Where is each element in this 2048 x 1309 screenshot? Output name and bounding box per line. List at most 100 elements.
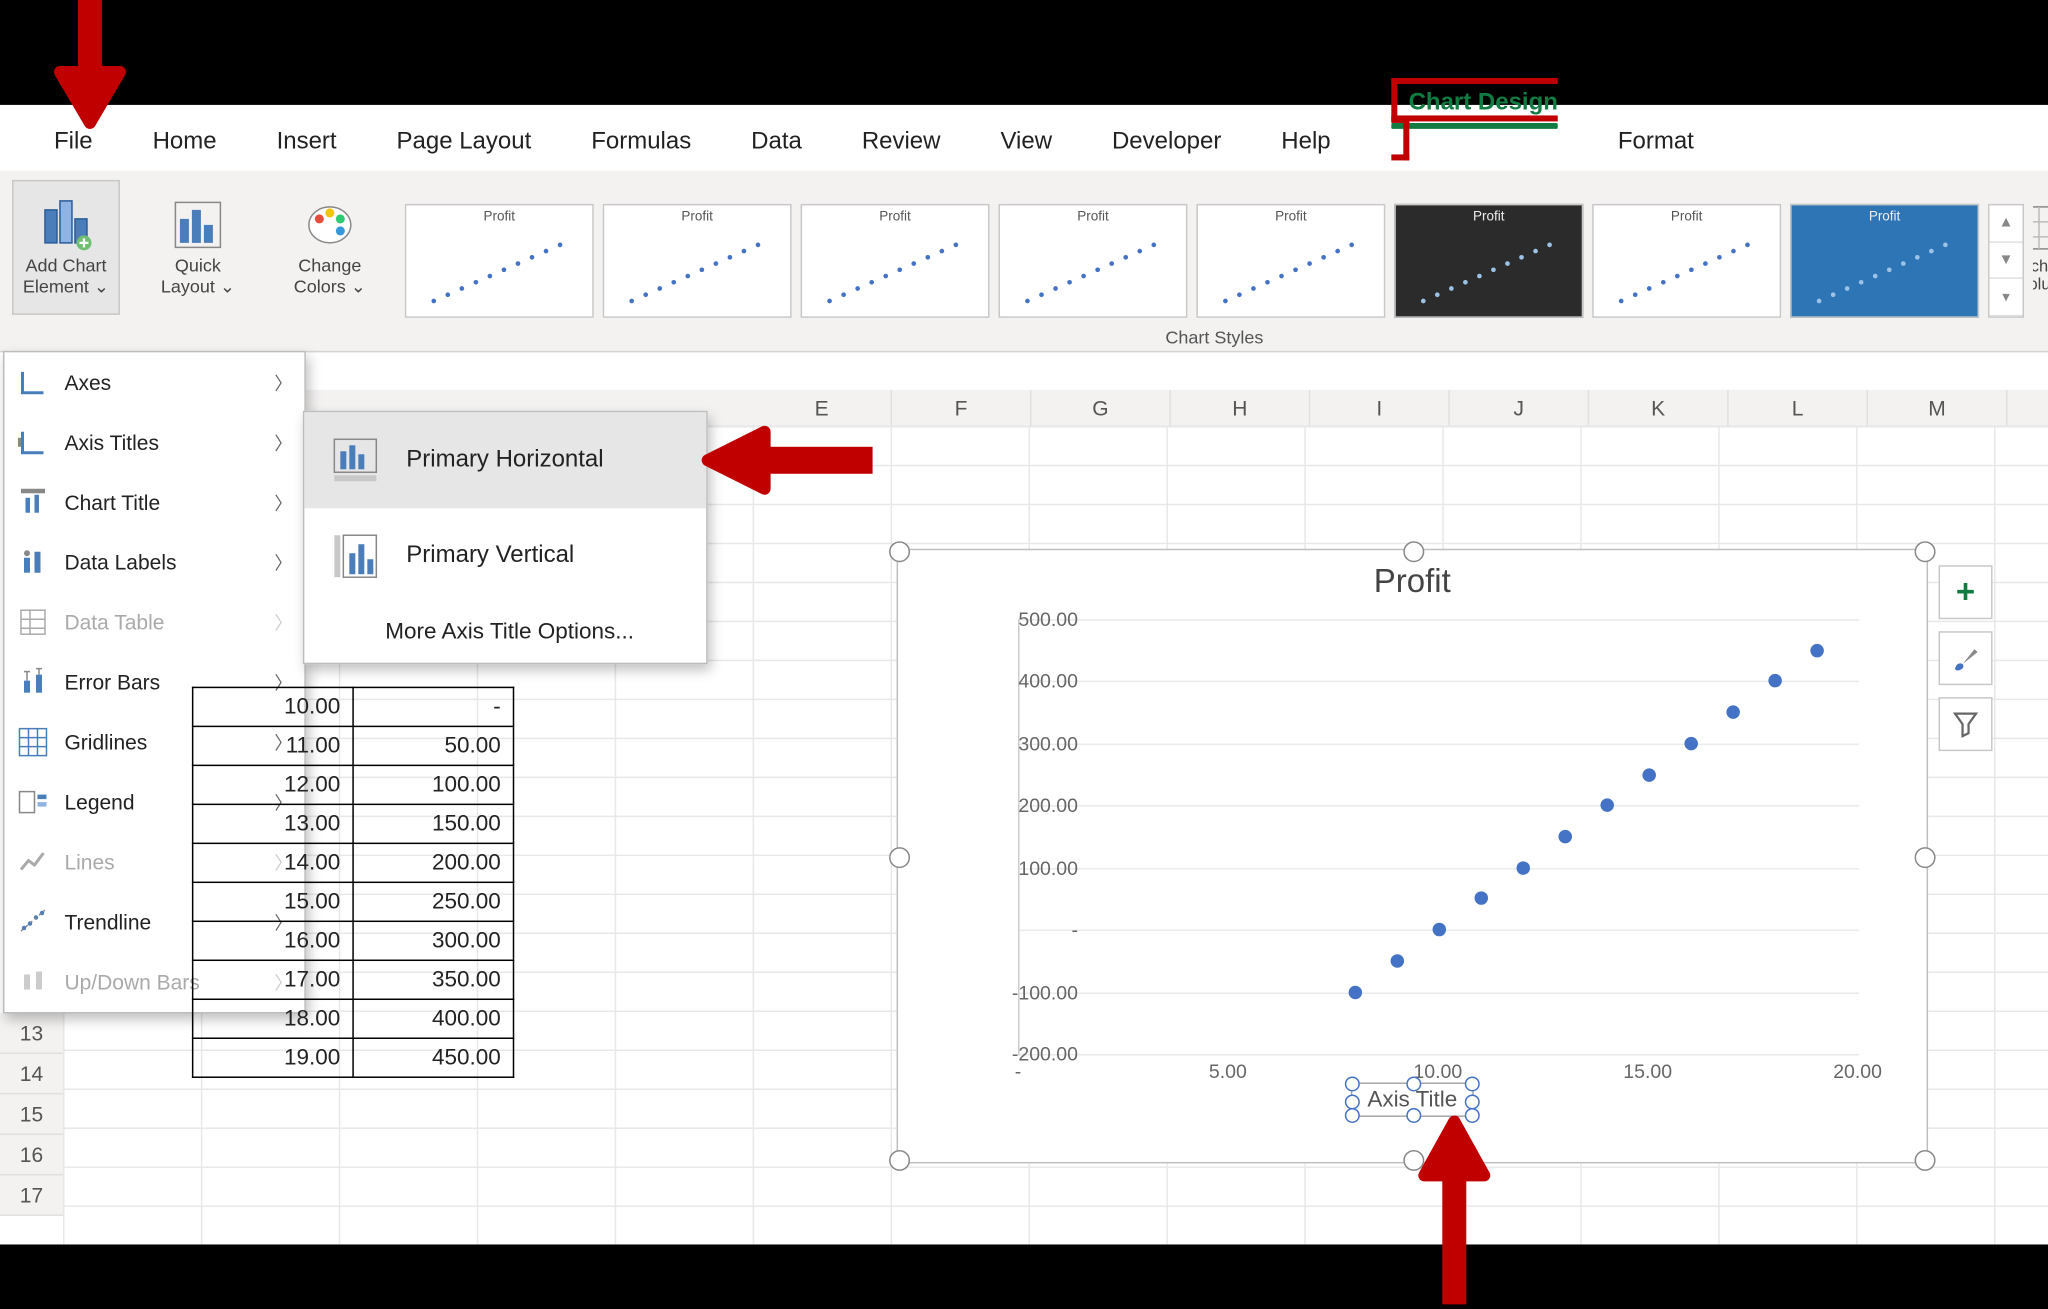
embedded-chart[interactable]: Profit 500.00400.00300.00200.00100.00--1… [897, 549, 1928, 1164]
chart-style-thumb[interactable]: Profit [1394, 204, 1583, 318]
chart-styles-gallery: ProfitProfitProfitProfitProfitProfitProf… [396, 171, 2033, 351]
tab-developer[interactable]: Developer [1085, 114, 1248, 171]
table-cell[interactable]: 14.00 [193, 843, 353, 882]
change-colors-button[interactable]: Change Colors ⌄ [276, 180, 384, 315]
tab-insert[interactable]: Insert [250, 114, 364, 171]
data-table[interactable]: 10.00-11.0050.0012.00100.0013.00150.0014… [192, 687, 514, 1078]
chart-style-thumb[interactable]: Profit [999, 204, 1188, 318]
row-header[interactable]: 15 [0, 1094, 63, 1134]
chart-styles-button[interactable] [1939, 631, 1993, 685]
chart-style-thumb[interactable]: Profit [1592, 204, 1781, 318]
chart-handle[interactable] [889, 541, 910, 562]
table-cell[interactable]: 50.00 [353, 726, 513, 765]
row-header[interactable]: 14 [0, 1054, 63, 1094]
table-cell[interactable]: 13.00 [193, 804, 353, 843]
column-header[interactable]: G [1031, 390, 1170, 426]
tab-format[interactable]: Format [1591, 114, 1721, 171]
data-point[interactable] [1558, 830, 1571, 843]
table-cell[interactable]: 250.00 [353, 882, 513, 921]
column-header[interactable]: K [1589, 390, 1728, 426]
column-header[interactable]: L [1729, 390, 1868, 426]
menu-item-axis-titles[interactable]: Axis Titles 〉 [4, 412, 304, 472]
switch-row-column-button[interactable]: Switch Row/ Column [2033, 180, 2048, 315]
chart-handle[interactable] [1915, 847, 1936, 868]
data-point[interactable] [1433, 923, 1446, 936]
tab-help[interactable]: Help [1254, 114, 1357, 171]
table-cell[interactable]: 350.00 [353, 960, 513, 999]
tab-home[interactable]: Home [126, 114, 244, 171]
tab-chart-design[interactable]: Chart Design [1364, 75, 1585, 171]
data-point[interactable] [1600, 799, 1613, 812]
tab-view[interactable]: View [973, 114, 1079, 171]
chart-handle[interactable] [889, 1150, 910, 1171]
column-header[interactable]: E [753, 390, 892, 426]
table-cell[interactable]: 200.00 [353, 843, 513, 882]
chart-style-thumb[interactable]: Profit [801, 204, 990, 318]
data-point[interactable] [1810, 643, 1823, 656]
table-cell[interactable]: - [353, 687, 513, 726]
y-tick-label: - [988, 919, 1078, 941]
table-cell[interactable]: 400.00 [353, 999, 513, 1038]
chart-handle[interactable] [889, 847, 910, 868]
chart-style-thumb[interactable]: Profit [405, 204, 594, 318]
chart-title-icon [16, 486, 49, 519]
primary-vertical-item[interactable]: Primary Vertical [304, 508, 706, 604]
tab-formulas[interactable]: Formulas [564, 114, 718, 171]
quick-layout-button[interactable]: Quick Layout ⌄ [144, 180, 252, 315]
menu-item-chart-title[interactable]: Chart Title〉 [4, 472, 304, 532]
table-cell[interactable]: 12.00 [193, 765, 353, 804]
data-point[interactable] [1642, 768, 1655, 781]
data-point[interactable] [1768, 675, 1781, 688]
chart-elements-button[interactable]: + [1939, 565, 1993, 619]
menu-item-label: Axis Titles [64, 430, 158, 454]
table-cell[interactable]: 450.00 [353, 1038, 513, 1077]
column-header[interactable]: F [892, 390, 1031, 426]
data-point[interactable] [1517, 861, 1530, 874]
table-cell[interactable]: 17.00 [193, 960, 353, 999]
data-point[interactable] [1391, 954, 1404, 967]
data-point[interactable] [1349, 985, 1362, 998]
row-header[interactable]: 17 [0, 1175, 63, 1215]
more-axis-title-options[interactable]: More Axis Title Options... [304, 604, 706, 662]
chart-handle[interactable] [1915, 541, 1936, 562]
brush-icon [1951, 643, 1981, 673]
data-point[interactable] [1684, 737, 1697, 750]
column-header[interactable]: J [1450, 390, 1589, 426]
axis-titles-submenu: Primary Horizontal Primary Vertical More… [303, 411, 708, 664]
styles-scroll[interactable]: ▲▼▾ [1988, 204, 2024, 318]
table-cell[interactable]: 15.00 [193, 882, 353, 921]
tab-data[interactable]: Data [724, 114, 829, 171]
table-cell[interactable]: 19.00 [193, 1038, 353, 1077]
add-chart-element-button[interactable]: Add Chart Element ⌄ [12, 180, 120, 315]
lines-icon [16, 846, 49, 879]
row-header[interactable]: 16 [0, 1135, 63, 1175]
menu-item-axes[interactable]: Axes〉 [4, 352, 304, 412]
menu-item-label: Up/Down Bars [64, 970, 199, 994]
data-point[interactable] [1475, 892, 1488, 905]
table-cell[interactable]: 100.00 [353, 765, 513, 804]
chart-handle[interactable] [1915, 1150, 1936, 1171]
chevron-right-icon: 〉 [274, 430, 292, 455]
table-cell[interactable]: 18.00 [193, 999, 353, 1038]
column-header[interactable]: I [1310, 390, 1449, 426]
table-cell[interactable]: 150.00 [353, 804, 513, 843]
chart-handle[interactable] [1403, 541, 1424, 562]
chart-style-thumb[interactable]: Profit [1790, 204, 1979, 318]
tab-review[interactable]: Review [835, 114, 968, 171]
table-cell[interactable]: 11.00 [193, 726, 353, 765]
table-cell[interactable]: 16.00 [193, 921, 353, 960]
column-header[interactable]: H [1171, 390, 1310, 426]
chart-filter-button[interactable] [1939, 697, 1993, 751]
table-cell[interactable]: 300.00 [353, 921, 513, 960]
primary-horizontal-item[interactable]: Primary Horizontal [304, 412, 706, 508]
column-header[interactable]: M [1868, 390, 2007, 426]
plot-area[interactable] [1018, 619, 1859, 1055]
row-header[interactable]: 13 [0, 1014, 63, 1054]
data-point[interactable] [1726, 706, 1739, 719]
chart-title[interactable]: Profit [898, 562, 1926, 601]
chart-style-thumb[interactable]: Profit [603, 204, 792, 318]
table-cell[interactable]: 10.00 [193, 687, 353, 726]
chart-style-thumb[interactable]: Profit [1196, 204, 1385, 318]
tab-page-layout[interactable]: Page Layout [370, 114, 559, 171]
menu-item-data-labels[interactable]: Data Labels〉 [4, 532, 304, 592]
